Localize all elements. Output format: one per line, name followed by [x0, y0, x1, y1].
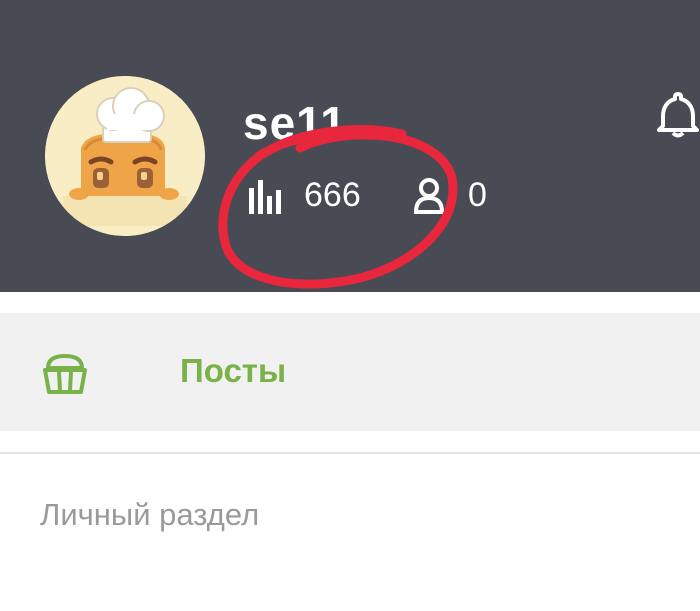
user-icon — [414, 178, 445, 214]
followers-count: 0 — [468, 176, 487, 214]
muffin-basket-icon — [43, 354, 87, 394]
chef-bread-avatar-icon — [45, 76, 205, 236]
views-count: 666 — [304, 176, 361, 214]
avatar[interactable] — [45, 76, 205, 236]
divider — [0, 452, 700, 454]
bar-chart-icon — [249, 180, 281, 214]
profile-header: se11 666 0 — [0, 0, 700, 292]
bell-icon[interactable] — [655, 90, 700, 138]
posts-menu-item[interactable] — [0, 313, 700, 431]
posts-label[interactable]: Посты — [180, 352, 286, 390]
username: se11 — [243, 97, 347, 149]
personal-section-heading: Личный раздел — [40, 497, 260, 532]
